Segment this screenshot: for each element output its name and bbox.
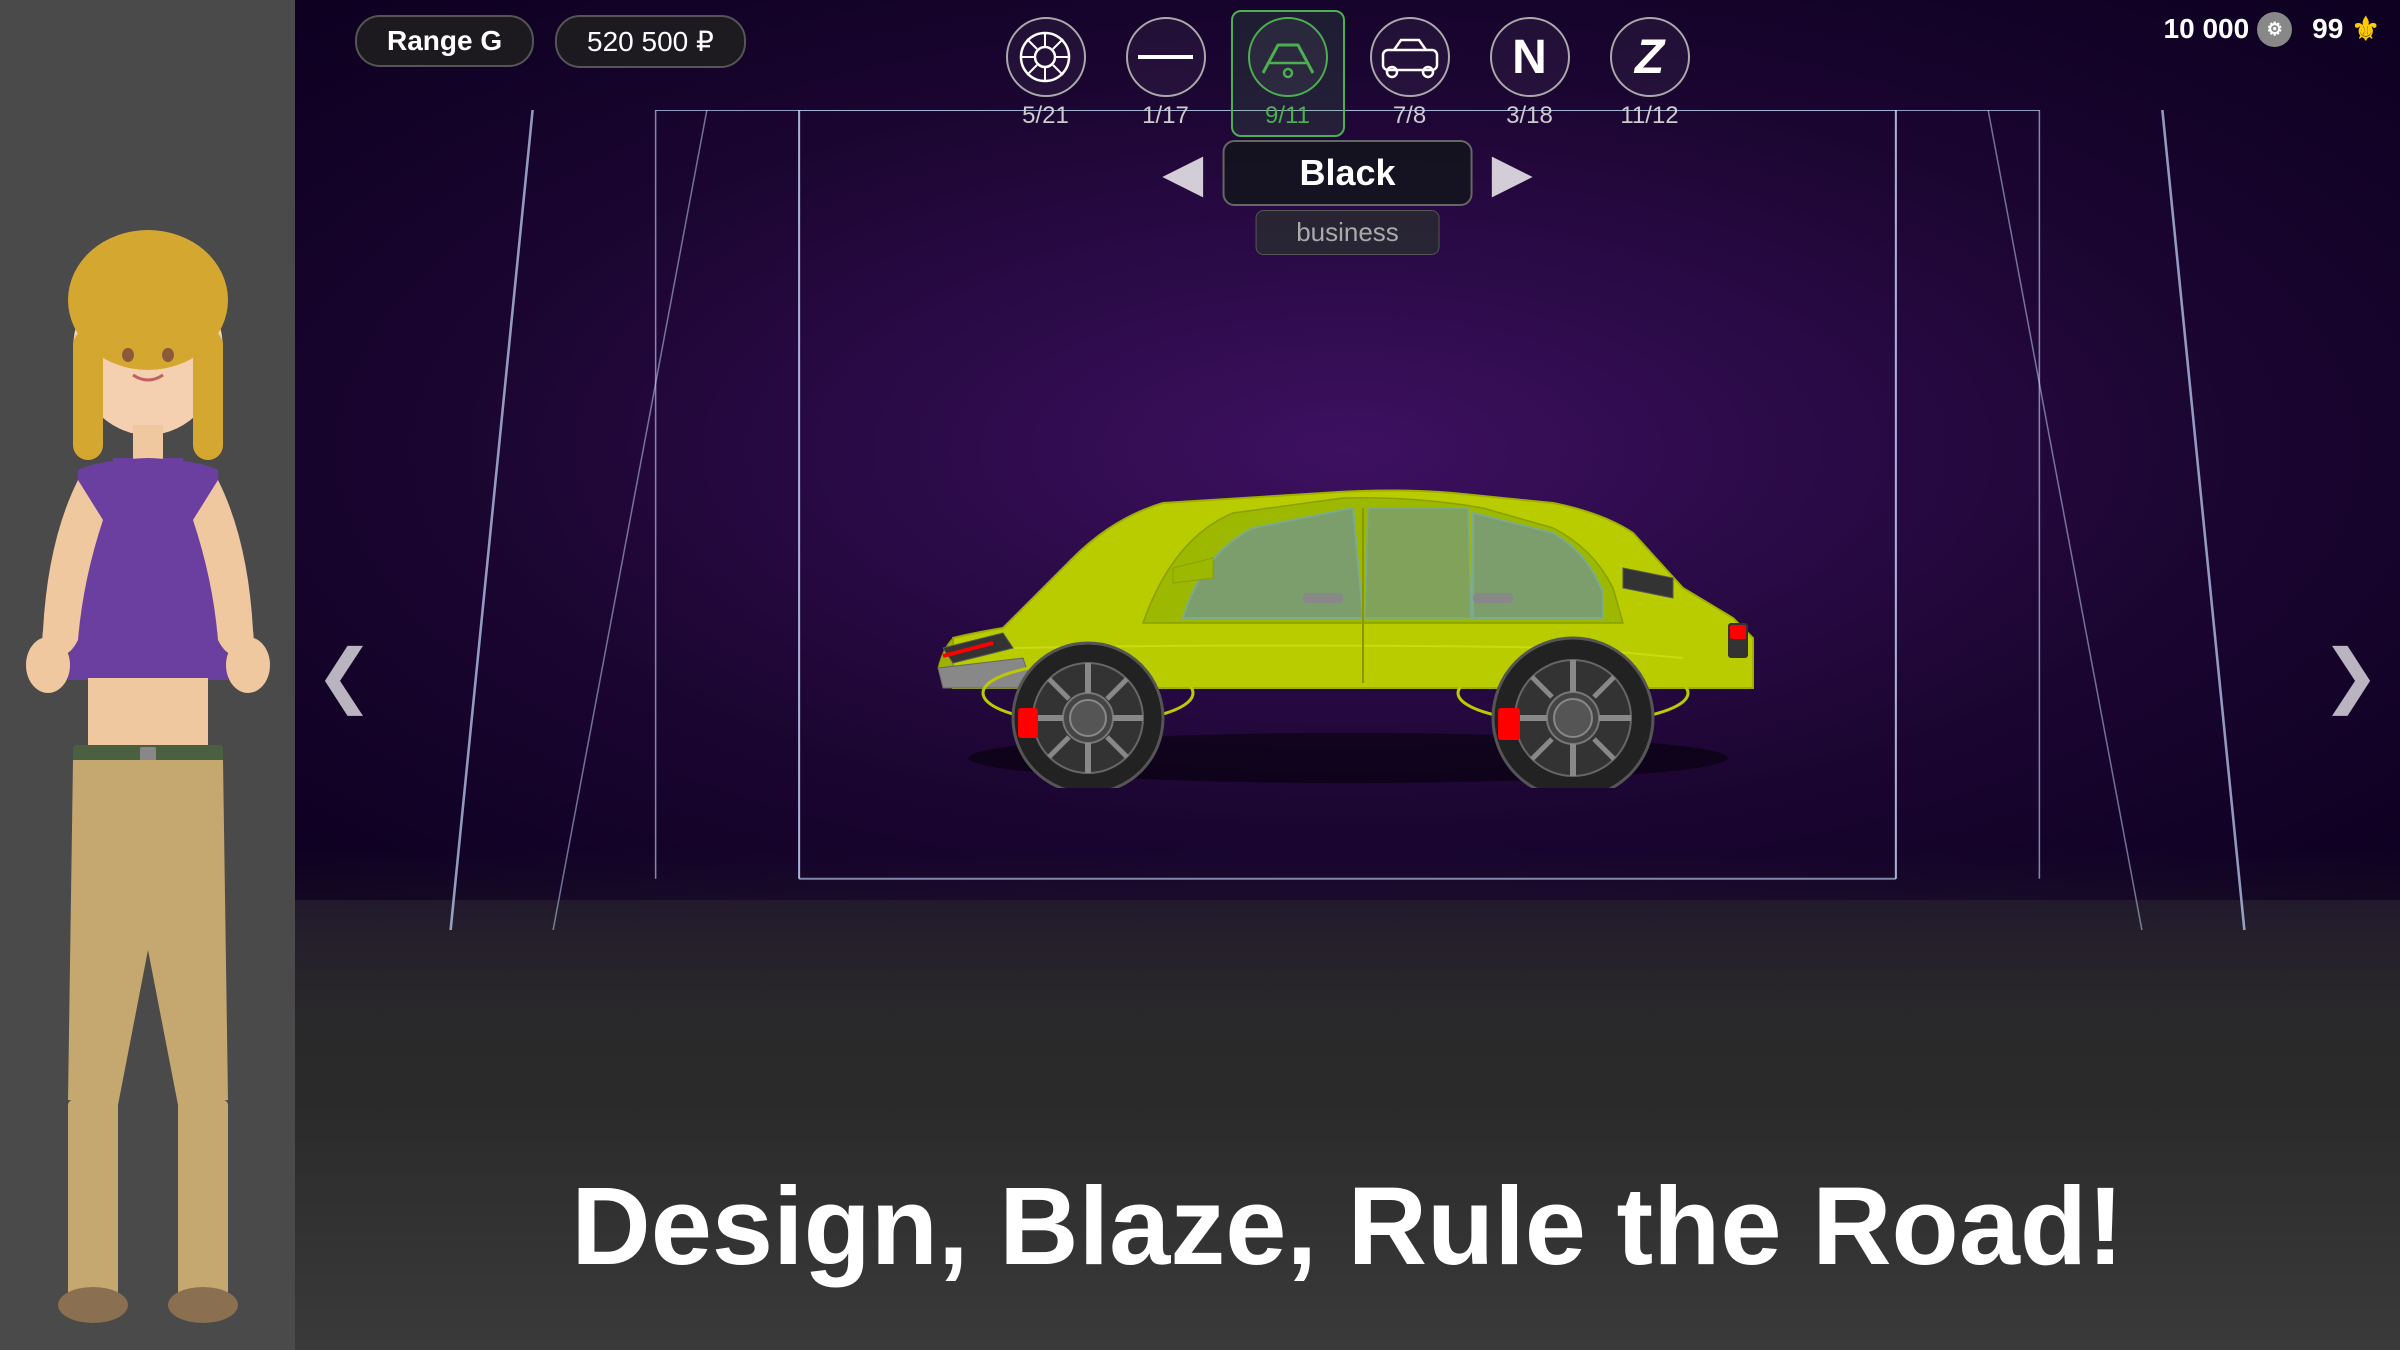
color-name-container: ◀ Black ▶ [1164,140,1531,206]
tagline: Design, Blaze, Rule the Road! [295,1163,2400,1290]
car-svg [873,338,1823,788]
tab-n[interactable]: N 3/18 [1475,12,1585,135]
roof-icon [1248,17,1328,97]
woman-figure [0,150,295,1350]
roof-svg [1258,35,1318,80]
tab-stripe[interactable]: 1/17 [1111,12,1221,135]
tab-body[interactable]: 7/8 [1355,12,1465,135]
next-car-button[interactable]: ❯ [2321,634,2380,716]
icon-tabs: 5/21 1/17 [991,10,1705,137]
price-pill: 520 500 ₽ [555,15,746,68]
prev-car-button[interactable]: ❮ [315,634,374,716]
tab-z[interactable]: Z 11/12 [1595,12,1705,135]
stripe-svg [1138,45,1193,70]
roof-count: 9/11 [1265,102,1310,130]
showroom: ◀ Black ▶ business [445,110,2250,930]
color-next-button[interactable]: ▶ [1493,144,1531,202]
main-area: Range G 520 500 ₽ [295,0,2400,1350]
color-name-box: Black [1223,140,1473,206]
color-subtype: business [1255,210,1440,255]
body-count: 7/8 [1393,102,1426,130]
z-count: 11/12 [1620,102,1678,130]
body-svg [1379,35,1441,80]
currency-bar: 10 000 ⚙ 99 ⚜ [2164,10,2380,48]
top-header: Range G 520 500 ₽ [295,0,2400,110]
coins-display: 10 000 ⚙ [2164,12,2293,47]
gems-amount: 99 [2312,13,2343,45]
gems-display: 99 ⚜ [2312,10,2380,48]
z-letter: Z [1635,30,1664,85]
tab-wheels[interactable]: 5/21 [991,12,1101,135]
color-selector: ◀ Black ▶ business [1164,140,1531,255]
tab-roof[interactable]: 9/11 [1231,10,1345,137]
woman-illustration [18,200,278,1350]
body-icon [1370,17,1450,97]
settings-icon[interactable]: ⚙ [2257,12,2292,47]
n-icon: N [1490,17,1570,97]
left-panel [0,0,295,1350]
stripe-count: 1/17 [1142,102,1189,130]
n-letter: N [1512,30,1547,85]
wheels-count: 5/21 [1022,102,1069,130]
color-prev-button[interactable]: ◀ [1164,144,1202,202]
z-icon: Z [1610,17,1690,97]
coins-amount: 10 000 [2164,13,2250,45]
car-name-pill[interactable]: Range G [355,15,534,67]
car-display [873,338,1823,793]
gem-icon: ⚜ [2351,10,2380,48]
n-count: 3/18 [1506,102,1553,130]
stripe-icon [1126,17,1206,97]
wheels-icon [1006,17,1086,97]
wheel-svg [1018,30,1073,85]
